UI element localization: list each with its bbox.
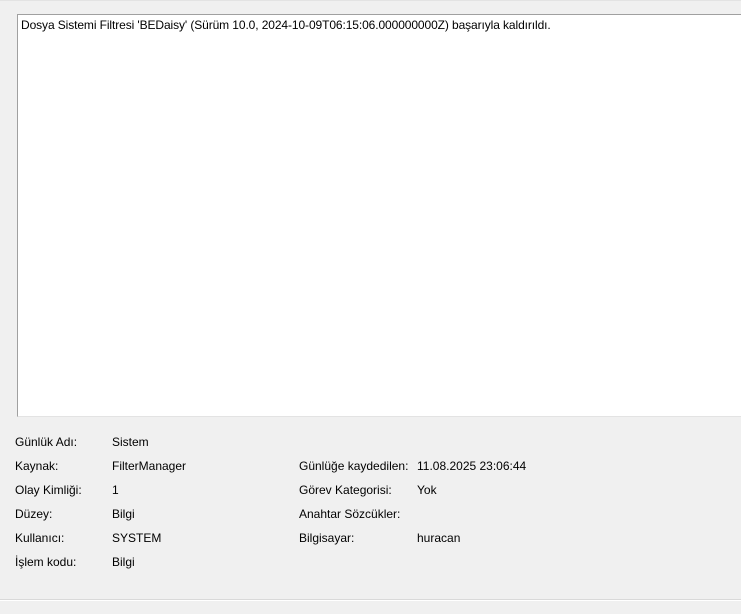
event-description-text[interactable]: Dosya Sistemi Filtresi 'BEDaisy' (Sürüm … — [21, 18, 551, 32]
logged-value[interactable]: 11.08.2025 23:06:44 — [417, 459, 526, 473]
user-label: Kullanıcı: — [15, 531, 65, 545]
user-value[interactable]: SYSTEM — [112, 531, 161, 545]
opcode-label: İşlem kodu: — [15, 555, 77, 569]
task-category-label: Görev Kategorisi: — [299, 483, 392, 497]
source-value[interactable]: FilterManager — [112, 459, 186, 473]
event-id-value[interactable]: 1 — [112, 483, 119, 497]
source-label: Kaynak: — [15, 459, 59, 473]
computer-label: Bilgisayar: — [299, 531, 355, 545]
log-name-label: Günlük Adı: — [15, 435, 78, 449]
event-id-label: Olay Kimliği: — [15, 483, 82, 497]
event-details-panel: Dosya Sistemi Filtresi 'BEDaisy' (Sürüm … — [0, 0, 741, 614]
bottom-divider-highlight — [0, 600, 741, 601]
level-value[interactable]: Bilgi — [112, 507, 135, 521]
keywords-label: Anahtar Sözcükler: — [299, 507, 401, 521]
opcode-value[interactable]: Bilgi — [112, 555, 135, 569]
log-name-value[interactable]: Sistem — [112, 435, 149, 449]
logged-label: Günlüğe kaydedilen: — [299, 459, 409, 473]
event-description-box[interactable]: Dosya Sistemi Filtresi 'BEDaisy' (Sürüm … — [17, 14, 741, 417]
task-category-value[interactable]: Yok — [417, 483, 437, 497]
computer-value[interactable]: huracan — [417, 531, 460, 545]
top-divider — [0, 0, 741, 1]
level-label: Düzey: — [15, 507, 53, 521]
